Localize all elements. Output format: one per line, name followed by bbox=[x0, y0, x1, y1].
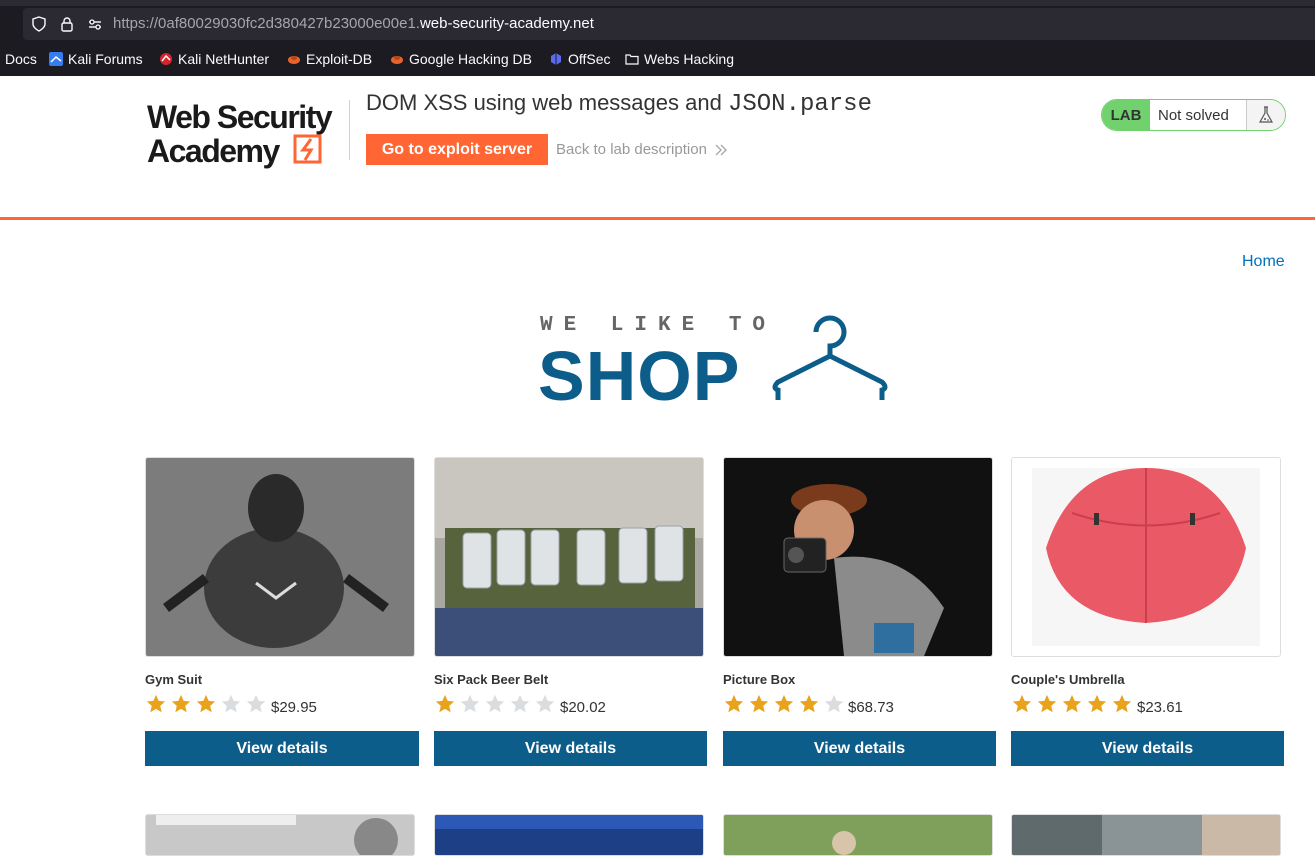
tab-strip bbox=[0, 0, 1315, 6]
back-to-lab-description-link[interactable]: Back to lab description bbox=[556, 141, 727, 158]
star-filled-icon bbox=[171, 694, 191, 713]
go-to-exploit-server-button[interactable]: Go to exploit server bbox=[366, 134, 548, 165]
logo-line1: Web Security bbox=[147, 99, 333, 135]
star-filled-icon bbox=[1012, 694, 1032, 713]
bookmark-docs[interactable]: Docs bbox=[5, 51, 37, 67]
rating-stars bbox=[434, 693, 556, 715]
star-filled-icon bbox=[435, 694, 455, 713]
bookmark-exploit-db[interactable]: Exploit-DB bbox=[287, 51, 372, 67]
product-image[interactable] bbox=[723, 814, 993, 856]
exploitdb-icon bbox=[288, 56, 300, 64]
product-name: Gym Suit bbox=[145, 672, 203, 687]
star-empty-icon bbox=[824, 694, 844, 713]
bookmark-kali-forums[interactable]: Kali Forums bbox=[49, 51, 143, 67]
browser-toolbar: https://0af80029030fc2d380427b23000e00e1… bbox=[0, 0, 1315, 76]
lab-title-text: DOM XSS using web messages and bbox=[366, 90, 728, 115]
product-image[interactable] bbox=[1011, 814, 1281, 856]
bookmark-label: Webs Hacking bbox=[644, 51, 735, 67]
rating-stars bbox=[145, 693, 267, 715]
product-image[interactable] bbox=[434, 457, 704, 657]
url-prefix: https://0af80029030fc2d380427b23000e00e1… bbox=[113, 15, 420, 32]
shield-icon[interactable] bbox=[31, 16, 47, 32]
flask-icon bbox=[1247, 100, 1285, 130]
bookmark-label: Kali NetHunter bbox=[178, 51, 270, 67]
product-price: $20.02 bbox=[560, 699, 606, 716]
product-image[interactable] bbox=[434, 814, 704, 856]
ghdb-icon bbox=[391, 56, 403, 64]
url-text[interactable]: https://0af80029030fc2d380427b23000e00e1… bbox=[113, 15, 594, 32]
product-name: Picture Box bbox=[723, 672, 796, 687]
product-price: $29.95 bbox=[271, 699, 317, 716]
header-divider bbox=[349, 100, 350, 160]
banner-line2: SHOP bbox=[538, 337, 740, 406]
banner-line1: WE LIKE TO bbox=[540, 314, 776, 337]
star-empty-icon bbox=[460, 694, 480, 713]
bookmark-label: OffSec bbox=[568, 51, 611, 67]
header-rule bbox=[0, 217, 1315, 220]
star-filled-icon bbox=[1037, 694, 1057, 713]
bookmark-offsec[interactable]: OffSec bbox=[549, 51, 611, 67]
view-details-button[interactable]: View details bbox=[145, 731, 419, 766]
product-image[interactable] bbox=[145, 457, 415, 657]
lab-title-code: JSON.parse bbox=[727, 91, 872, 118]
star-filled-icon bbox=[146, 694, 166, 713]
bookmark-folder-webs-hacking[interactable]: Webs Hacking bbox=[625, 51, 734, 67]
product-name: Couple's Umbrella bbox=[1011, 672, 1125, 687]
star-filled-icon bbox=[749, 694, 769, 713]
product-name: Six Pack Beer Belt bbox=[434, 672, 549, 687]
bookmark-google-hacking-db[interactable]: Google Hacking DB bbox=[390, 51, 532, 67]
bookmark-label: Docs bbox=[5, 51, 37, 67]
star-empty-icon bbox=[246, 694, 266, 713]
lab-title: DOM XSS using web messages and JSON.pars… bbox=[366, 90, 872, 118]
star-empty-icon bbox=[510, 694, 530, 713]
web-security-academy-logo[interactable]: Web Security Academy bbox=[145, 96, 345, 170]
star-filled-icon bbox=[1112, 694, 1132, 713]
we-like-to-shop-banner: WE LIKE TO SHOP bbox=[538, 310, 894, 415]
star-filled-icon bbox=[196, 694, 216, 713]
folder-icon bbox=[625, 54, 639, 65]
lab-status-text: Not solved bbox=[1150, 100, 1247, 130]
hanger-icon bbox=[772, 315, 888, 400]
address-bar[interactable]: https://0af80029030fc2d380427b23000e00e1… bbox=[23, 8, 1315, 40]
url-domain: web-security-academy.net bbox=[419, 15, 594, 32]
bookmarks-bar: Docs Kali Forums Kali NetHunter Exploit-… bbox=[0, 48, 1315, 72]
star-filled-icon bbox=[1087, 694, 1107, 713]
logo-line2: Academy bbox=[147, 133, 281, 169]
bookmark-label: Exploit-DB bbox=[306, 51, 373, 67]
star-filled-icon bbox=[724, 694, 744, 713]
star-empty-icon bbox=[535, 694, 555, 713]
star-empty-icon bbox=[485, 694, 505, 713]
star-filled-icon bbox=[799, 694, 819, 713]
nethunter-icon bbox=[160, 53, 172, 65]
home-link[interactable]: Home bbox=[1242, 253, 1285, 271]
offsec-icon bbox=[551, 53, 561, 65]
product-image[interactable] bbox=[1011, 457, 1281, 657]
view-details-button[interactable]: View details bbox=[434, 731, 707, 766]
permissions-icon[interactable] bbox=[87, 16, 103, 32]
product-image[interactable] bbox=[723, 457, 993, 657]
view-details-button[interactable]: View details bbox=[723, 731, 996, 766]
lab-status-widget: LAB Not solved bbox=[1101, 99, 1286, 131]
kali-icon bbox=[49, 52, 63, 66]
star-empty-icon bbox=[221, 694, 241, 713]
view-details-button[interactable]: View details bbox=[1011, 731, 1284, 766]
bookmark-kali-nethunter[interactable]: Kali NetHunter bbox=[159, 51, 269, 67]
star-filled-icon bbox=[774, 694, 794, 713]
rating-stars bbox=[723, 693, 845, 715]
product-price: $23.61 bbox=[1137, 699, 1183, 716]
lock-icon[interactable] bbox=[59, 16, 75, 32]
bookmark-label: Google Hacking DB bbox=[409, 51, 532, 67]
double-chevron-right-icon bbox=[715, 144, 727, 155]
product-price: $68.73 bbox=[848, 699, 894, 716]
lab-badge: LAB bbox=[1102, 100, 1150, 130]
product-image[interactable] bbox=[145, 814, 415, 856]
rating-stars bbox=[1011, 693, 1133, 715]
back-link-label: Back to lab description bbox=[556, 141, 707, 158]
star-filled-icon bbox=[1062, 694, 1082, 713]
bookmark-label: Kali Forums bbox=[68, 51, 143, 67]
logo-bolt-icon bbox=[293, 134, 322, 164]
